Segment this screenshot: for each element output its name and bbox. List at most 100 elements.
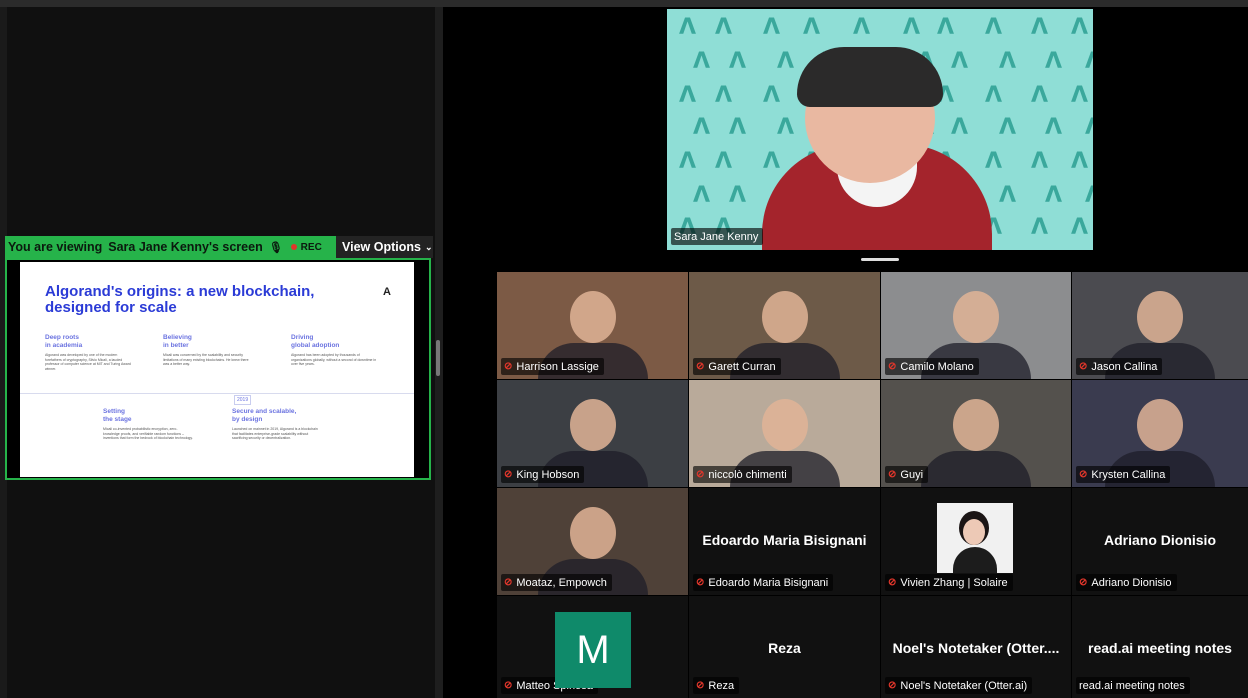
participant-name-label: ⊘ Vivien Zhang | Solaire: [885, 574, 1013, 591]
participant-tile[interactable]: Reza ⊘ Reza: [689, 596, 880, 698]
algorand-logo-icon: Λ: [1031, 149, 1049, 174]
shared-screen[interactable]: Algorand's origins: a new blockchain, de…: [5, 258, 431, 480]
algorand-logo-icon: Λ: [1071, 149, 1089, 174]
participant-video: [569, 291, 616, 344]
rec-dot-icon: [290, 244, 297, 250]
participant-tile[interactable]: ⊘ Camilo Molano: [881, 272, 1071, 379]
participant-display-name: Noel's Notetaker (Otter....: [892, 640, 1060, 656]
participant-video: [1137, 291, 1183, 344]
participant-name-label: ⊘ Garett Curran: [693, 358, 781, 375]
participant-tile[interactable]: ⊘ Jason Callina: [1072, 272, 1248, 379]
algorand-logo-icon: Λ: [1085, 49, 1093, 74]
active-speaker-video[interactable]: ΛΛΛΛΛΛΛΛΛΛΛΛΛΛΛΛΛΛΛΛΛΛΛΛΛΛΛΛΛΛΛΛΛΛΛΛΛΛΛΛ…: [667, 9, 1093, 250]
participant-tile[interactable]: Adriano Dionisio ⊘ Adriano Dionisio: [1072, 488, 1248, 595]
participant-tile[interactable]: ⊘ Harrison Lassige: [497, 272, 688, 379]
algorand-logo-icon: Λ: [763, 15, 781, 40]
participant-display-name: read.ai meeting notes: [1088, 640, 1232, 656]
algorand-logo-icon: Λ: [679, 149, 697, 174]
participant-tile[interactable]: ⊘ Garett Curran: [689, 272, 880, 379]
participant-name: Krysten Callina: [1091, 468, 1166, 481]
algorand-logo-icon: Λ: [679, 83, 697, 108]
algorand-logo-icon: Λ: [729, 183, 747, 208]
rec-label: REC: [300, 241, 322, 253]
participant-name: Jason Callina: [1091, 360, 1158, 373]
algorand-logo-icon: Λ: [729, 115, 747, 140]
slide-column: Believing in better Micali was concerned…: [163, 334, 253, 367]
participant-name: Noel's Notetaker (Otter.ai): [900, 679, 1028, 692]
participant-tile[interactable]: ⊘ Guyi: [881, 380, 1071, 487]
mic-muted-icon: ⊘: [888, 577, 897, 588]
avatar: M: [555, 612, 631, 688]
algorand-logo-icon: Λ: [853, 15, 871, 40]
slide: Algorand's origins: a new blockchain, de…: [20, 262, 414, 477]
top-bar: [0, 0, 1248, 7]
participant-name: read.ai meeting notes: [1079, 679, 1185, 692]
participant-tile[interactable]: ⊘ Krysten Callina: [1072, 380, 1248, 487]
participant-name-label: ⊘ Adriano Dionisio: [1076, 574, 1177, 591]
algorand-logo-icon: Λ: [985, 15, 1003, 40]
participant-name-label: read.ai meeting notes: [1076, 677, 1190, 694]
algorand-logo-icon: Λ: [1031, 83, 1049, 108]
algorand-logo-icon: Λ: [693, 115, 711, 140]
slide-column: Deep roots in academia Algorand was deve…: [45, 334, 135, 371]
participant-tile[interactable]: ⊘ niccolò chimenti: [689, 380, 880, 487]
algorand-logo-icon: Λ: [777, 115, 795, 140]
mic-icon: 🎙︎: [268, 241, 283, 254]
algorand-logo-icon: Λ: [693, 49, 711, 74]
participant-name: Garett Curran: [708, 360, 776, 373]
participant-name-label: ⊘ King Hobson: [501, 466, 585, 483]
participant-name: niccolò chimenti: [708, 468, 787, 481]
participant-video: [953, 399, 999, 452]
participant-tile[interactable]: ⊘ King Hobson: [497, 380, 688, 487]
participant-name: Vivien Zhang | Solaire: [900, 576, 1008, 589]
participant-name-label: ⊘ Harrison Lassige: [501, 358, 604, 375]
algorand-logo-icon: Λ: [1031, 215, 1049, 240]
participant-name-label: ⊘ Noel's Notetaker (Otter.ai): [885, 677, 1033, 694]
algorand-logo-icon: Λ: [999, 49, 1017, 74]
algorand-logo-icon: Λ: [763, 149, 781, 174]
speaker-resize-handle[interactable]: [861, 258, 899, 261]
mic-muted-icon: ⊘: [696, 361, 705, 372]
participant-name-label: ⊘ Camilo Molano: [885, 358, 979, 375]
screen-share-bar: You are viewing Sara Jane Kenny's screen…: [5, 236, 433, 258]
participant-display-name: Reza: [768, 640, 801, 656]
algorand-logo-icon: Λ: [985, 149, 1003, 174]
participant-tile[interactable]: read.ai meeting notes read.ai meeting not…: [1072, 596, 1248, 698]
algorand-logo-icon: Λ: [1071, 83, 1089, 108]
algorand-logo-icon: Λ: [693, 183, 711, 208]
participant-tile[interactable]: ⊘ Moataz, Empowch: [497, 488, 688, 595]
column-heading: Deep roots in academia: [45, 334, 83, 349]
participant-video: [569, 507, 616, 560]
participant-name: Harrison Lassige: [516, 360, 599, 373]
slide-title: Algorand's origins: a new blockchain, de…: [45, 283, 315, 316]
participant-tile[interactable]: Noel's Notetaker (Otter.... ⊘ Noel's Notet…: [881, 596, 1071, 698]
participant-video: [761, 291, 808, 344]
column-body: Micali was concerned by the scalability …: [163, 353, 249, 367]
participant-display-name: Adriano Dionisio: [1104, 532, 1216, 548]
algorand-logo-icon: Λ: [937, 15, 955, 40]
participant-video: [1137, 399, 1183, 452]
algorand-logo-icon: A: [383, 286, 391, 298]
column-body: Micali co-invented probabilistic encrypt…: [103, 427, 193, 441]
pane-resize-handle[interactable]: [436, 340, 440, 376]
column-heading: Secure and scalable, by design: [232, 408, 297, 423]
participant-tile[interactable]: Edoardo Maria Bisignani ⊘ Edoardo Maria Bi…: [689, 488, 880, 595]
algorand-logo-icon: Λ: [951, 49, 969, 74]
view-options-button[interactable]: View Options ⌄: [342, 236, 433, 258]
algorand-logo-icon: Λ: [1045, 115, 1063, 140]
participant-name: Guyi: [900, 468, 924, 481]
participant-name-label: ⊘ Guyi: [885, 466, 929, 483]
participant-name-label: ⊘ Reza: [693, 677, 740, 694]
mic-muted-icon: ⊘: [888, 361, 897, 372]
column-body: Algorand has been adopted by thousands o…: [291, 353, 377, 367]
slide-column: Secure and scalable, by design Launched …: [232, 408, 322, 441]
participant-video: [921, 451, 1031, 487]
algorand-logo-icon: Λ: [729, 49, 747, 74]
algorand-logo-icon: Λ: [1085, 115, 1093, 140]
mic-muted-icon: ⊘: [504, 577, 513, 588]
speaker-name-label: Sara Jane Kenny: [671, 228, 764, 245]
algorand-logo-icon: Λ: [715, 83, 733, 108]
slide-column: Driving global adoption Algorand has bee…: [291, 334, 381, 367]
participant-name: King Hobson: [516, 468, 580, 481]
mic-muted-icon: ⊘: [696, 680, 705, 691]
